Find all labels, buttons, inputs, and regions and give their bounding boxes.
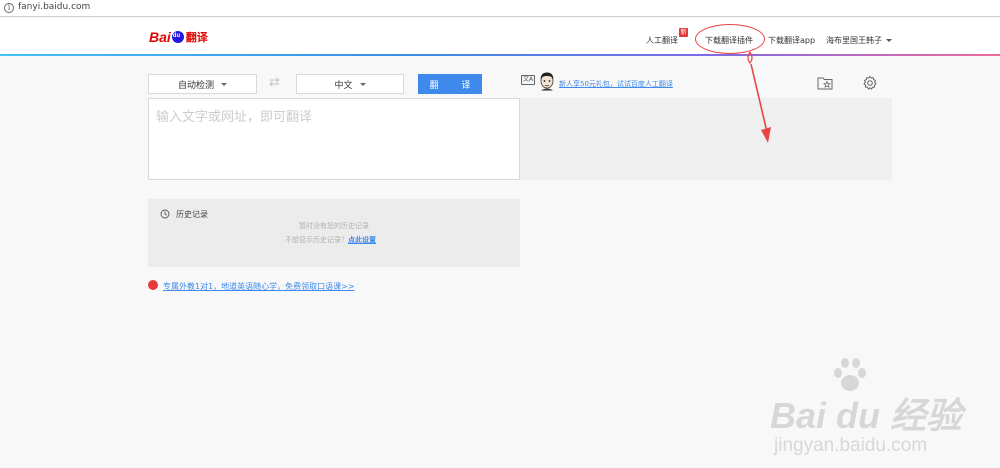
user-name: 海布里国王韩子 [826, 36, 882, 45]
history-hint: 不想显示历史记录？点此设置 [285, 235, 376, 245]
browser-address-bar[interactable]: i fanyi.baidu.com [0, 0, 1000, 17]
history-empty-text: 暂时没有您的历史记录 [299, 222, 369, 230]
human-translate-icon: 文A [521, 75, 535, 85]
source-language-select[interactable]: 自动检测 [148, 74, 257, 94]
history-title: 历史记录 [176, 210, 208, 219]
source-text-input[interactable] [149, 99, 519, 179]
info-icon[interactable]: i [4, 3, 14, 13]
translate-button[interactable]: 翻 译 [418, 74, 482, 94]
human-translate-promo-link[interactable]: 新人享50元礼包，试试百度人工翻译 [559, 79, 673, 89]
ad-link[interactable]: 专属外教1对1，地道英语随心学，免费领取口语课>> [163, 281, 355, 292]
swap-languages-icon[interactable]: ⇄ [269, 75, 280, 90]
fire-icon [148, 280, 158, 290]
baidu-translate-logo[interactable]: Bai du 翻译 [149, 26, 208, 48]
url-text[interactable]: fanyi.baidu.com [18, 2, 90, 12]
baidu-jingyan-watermark: Bai du 经验 jingyan.baidu.com [770, 355, 1000, 465]
clock-icon [160, 209, 170, 219]
nav-download-app[interactable]: 下载翻译app [768, 35, 815, 46]
chevron-down-icon [221, 82, 227, 86]
history-settings-link[interactable]: 点此设置 [348, 236, 376, 244]
chevron-down-icon [359, 82, 366, 86]
target-language-label: 中文 [334, 80, 353, 91]
history-panel: 历史记录 暂时没有您的历史记录 不想显示历史记录？点此设置 [148, 199, 520, 267]
nav-human-translate[interactable]: 人工翻译 [646, 35, 678, 46]
logo-translate-text: 翻译 [185, 31, 208, 44]
baidu-paw-icon: du [171, 31, 184, 43]
source-text-area[interactable] [148, 98, 520, 180]
watermark-brand: Bai du 经验 [770, 395, 963, 436]
header-gradient-line [0, 54, 1000, 56]
history-hint-text: 不想显示历史记录？ [285, 236, 348, 244]
translation-output-area [520, 98, 892, 180]
translator-avatar [540, 72, 554, 91]
logo-du-text: du [172, 33, 181, 39]
user-menu[interactable]: 海布里国王韩子 [826, 35, 892, 46]
source-language-label: 自动检测 [177, 80, 214, 91]
new-badge: 新 [679, 28, 688, 37]
target-language-select[interactable]: 中文 [296, 74, 404, 94]
watermark-url: jingyan.baidu.com [774, 435, 928, 456]
chevron-down-icon [886, 39, 892, 42]
gear-icon[interactable] [862, 75, 878, 91]
annotation-arrow [747, 51, 771, 143]
logo-bai-text: Bai [149, 29, 171, 45]
favorites-folder-icon[interactable] [817, 76, 833, 90]
